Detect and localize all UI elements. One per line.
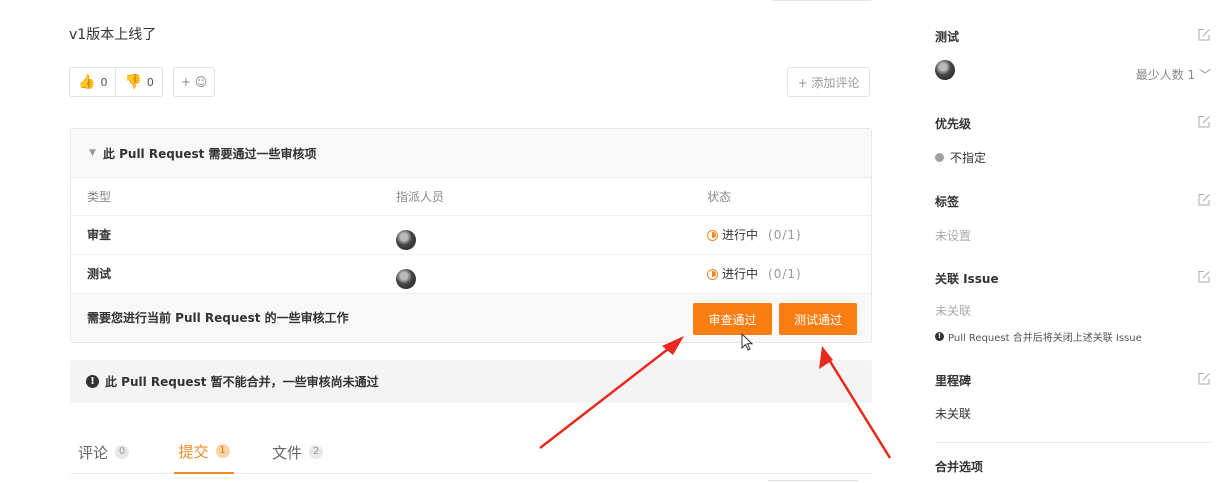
sidebar-priority: 优先级 不指定 xyxy=(935,115,1211,166)
review-panel-title: 此 Pull Request 需要通过一些审核项 xyxy=(102,146,317,161)
approve-test-button[interactable]: 测试通过 xyxy=(779,303,857,335)
sidebar-divider xyxy=(935,442,1211,443)
sidebar-labels: 标签 未设置 xyxy=(935,193,1211,244)
column-type: 类型 xyxy=(87,190,112,204)
edit-icon[interactable] xyxy=(1197,28,1211,42)
sidebar-milestone: 里程碑 未关联 xyxy=(935,372,1211,422)
thumbs-down-button[interactable]: 👎 0 xyxy=(115,68,161,96)
labels-value: 未设置 xyxy=(935,229,972,243)
top-divider xyxy=(773,0,871,2)
sidebar-issues: 关联 Issue 未关联 ! Pull Request 合并后将关闭上述关联 I… xyxy=(935,270,1211,344)
pr-description: v1版本上线了 xyxy=(69,27,157,43)
chevron-down-icon: ﹀ xyxy=(1198,68,1211,82)
tab-commits[interactable]: 提交 1 xyxy=(174,430,234,474)
sidebar-merge-options: 合并选项 xyxy=(935,458,1211,475)
edit-icon[interactable] xyxy=(1197,193,1211,207)
thumbs-down-icon: 👎 xyxy=(124,74,142,90)
tab-label: 评论 xyxy=(78,443,109,462)
sidebar-title: 里程碑 xyxy=(935,374,972,388)
tab-count: 2 xyxy=(309,445,324,459)
avatar[interactable] xyxy=(396,269,416,289)
priority-value: 不指定 xyxy=(935,149,1211,166)
min-reviewers-dropdown[interactable]: 最少人数 1 ﹀ xyxy=(1136,66,1211,83)
table-row: 审查 进行中 (0/1) xyxy=(71,216,871,255)
mouse-pointer-icon xyxy=(741,333,754,351)
tab-label: 提交 xyxy=(178,442,209,461)
status-text: 进行中 xyxy=(722,228,759,242)
sidebar-testers: 测试 xyxy=(935,28,1211,45)
priority-text: 不指定 xyxy=(950,151,987,165)
in-progress-icon xyxy=(707,268,718,280)
caret-down-icon: ▼ xyxy=(89,148,96,158)
pr-tabs: 评论 0 提交 1 文件 2 xyxy=(70,430,872,474)
sidebar-title: 测试 xyxy=(935,30,960,44)
progress-count: (0/1) xyxy=(768,228,802,242)
edit-icon[interactable] xyxy=(1197,115,1211,129)
milestone-value: 未关联 xyxy=(935,407,972,421)
status-text: 进行中 xyxy=(722,267,759,281)
sidebar: 测试 最少人数 1 ﹀ 优先级 不指定 标签 未设置 关联 Issue 未关联 … xyxy=(935,0,1211,483)
review-type: 测试 xyxy=(87,267,112,281)
column-status: 状态 xyxy=(707,190,732,204)
reaction-bar: 👍 0 👎 0 + ☺ xyxy=(69,67,216,97)
in-progress-icon xyxy=(707,229,718,241)
thumbs-up-icon: 👍 xyxy=(78,74,96,90)
tab-count: 0 xyxy=(115,445,130,459)
edit-icon[interactable] xyxy=(1197,270,1211,284)
sidebar-title: 标签 xyxy=(935,195,960,209)
status-badge: 进行中 (0/1) xyxy=(707,255,802,293)
approve-review-button[interactable]: 审查通过 xyxy=(693,303,772,335)
avatar[interactable] xyxy=(935,60,955,80)
column-assignee: 指派人员 xyxy=(396,190,445,204)
review-panel: ▼ 此 Pull Request 需要通过一些审核项 类型 指派人员 状态 审查… xyxy=(70,128,872,343)
reaction-group: 👍 0 👎 0 xyxy=(69,67,163,97)
info-icon: ! xyxy=(86,375,99,388)
tab-label: 文件 xyxy=(272,443,303,462)
sidebar-title: 优先级 xyxy=(935,117,972,131)
info-icon: ! xyxy=(935,332,944,341)
add-reaction-button[interactable]: + ☺ xyxy=(172,67,216,97)
sidebar-title: 关联 Issue xyxy=(935,272,999,286)
review-footer-message: 需要您进行当前 Pull Request 的一些审核工作 xyxy=(87,311,349,325)
table-row: 测试 进行中 (0/1) xyxy=(71,255,871,294)
merge-warning: ! 此 Pull Request 暂不能合并，一些审核尚未通过 xyxy=(70,360,872,403)
tab-files[interactable]: 文件 2 xyxy=(272,430,324,474)
min-count-label: 最少人数 1 xyxy=(1135,68,1196,82)
merge-warning-text: 此 Pull Request 暂不能合并，一些审核尚未通过 xyxy=(105,375,379,389)
issues-note-text: Pull Request 合并后将关闭上述关联 Issue xyxy=(948,333,1142,344)
tab-comments[interactable]: 评论 0 xyxy=(78,430,130,474)
add-comment-button[interactable]: + 添加评论 xyxy=(787,67,870,97)
review-panel-header[interactable]: ▼ 此 Pull Request 需要通过一些审核项 xyxy=(71,129,871,178)
thumbs-up-count: 0 xyxy=(100,75,108,89)
thumbs-up-button[interactable]: 👍 0 xyxy=(70,68,115,96)
issues-note: ! Pull Request 合并后将关闭上述关联 Issue xyxy=(935,329,1211,344)
tab-count: 1 xyxy=(215,444,230,458)
review-table-header: 类型 指派人员 状态 xyxy=(71,178,871,216)
sidebar-title: 合并选项 xyxy=(935,460,984,474)
issues-value: 未关联 xyxy=(935,304,972,318)
edit-icon[interactable] xyxy=(1197,372,1211,386)
review-type: 审查 xyxy=(87,228,112,242)
progress-count: (0/1) xyxy=(768,267,802,281)
avatar[interactable] xyxy=(396,230,416,250)
priority-dot-icon xyxy=(935,153,944,162)
status-badge: 进行中 (0/1) xyxy=(707,216,802,254)
thumbs-down-count: 0 xyxy=(146,75,154,89)
